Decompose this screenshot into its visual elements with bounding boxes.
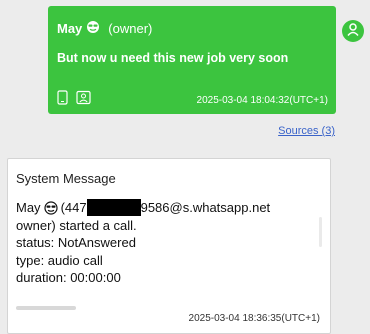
message-text: But now u need this new job very soon xyxy=(57,51,289,65)
system-message-title: System Message xyxy=(16,171,116,186)
call-participant-line: May (447 9586@s.whatsapp.net xyxy=(16,199,316,217)
participant-name: May xyxy=(16,200,41,215)
system-message-timestamp: 2025-03-04 18:36:35(UTC+1) xyxy=(188,313,320,324)
call-started-line: owner) started a call. xyxy=(16,217,137,233)
owner-avatar xyxy=(342,20,364,42)
sender-name: May xyxy=(57,21,83,36)
system-message-card[interactable]: System Message May (447 9586@s.whatsapp.… xyxy=(7,158,331,334)
participant-number-suffix: 9586@s.whatsapp.net xyxy=(140,200,271,215)
person-icon xyxy=(346,22,360,41)
contact-card-icon[interactable] xyxy=(76,90,91,110)
phone-icon[interactable] xyxy=(57,90,68,110)
cool-face-emoji-icon xyxy=(43,201,58,215)
call-duration-line: duration: 00:00:00 xyxy=(16,270,121,285)
call-type-line: type: audio call xyxy=(16,252,103,268)
participant-number-prefix: (447 xyxy=(60,200,87,215)
sources-link[interactable]: Sources (3) xyxy=(278,125,335,137)
message-meta-icons xyxy=(57,90,91,110)
faded-overflow-text xyxy=(16,306,76,310)
system-message-body: May (447 9586@s.whatsapp.net owner) star… xyxy=(16,199,316,287)
sender-role: (owner) xyxy=(108,21,153,36)
call-status-line: status: NotAnswered xyxy=(16,235,136,250)
message-sender: May (owner) xyxy=(57,20,152,37)
redaction-block xyxy=(86,199,141,217)
message-timestamp: 2025-03-04 18:04:32(UTC+1) xyxy=(196,95,328,106)
message-bubble-outgoing[interactable]: May (owner) But now u need this new job … xyxy=(48,6,336,114)
card-scrollbar[interactable] xyxy=(319,217,322,247)
cool-face-emoji-icon xyxy=(86,20,100,37)
